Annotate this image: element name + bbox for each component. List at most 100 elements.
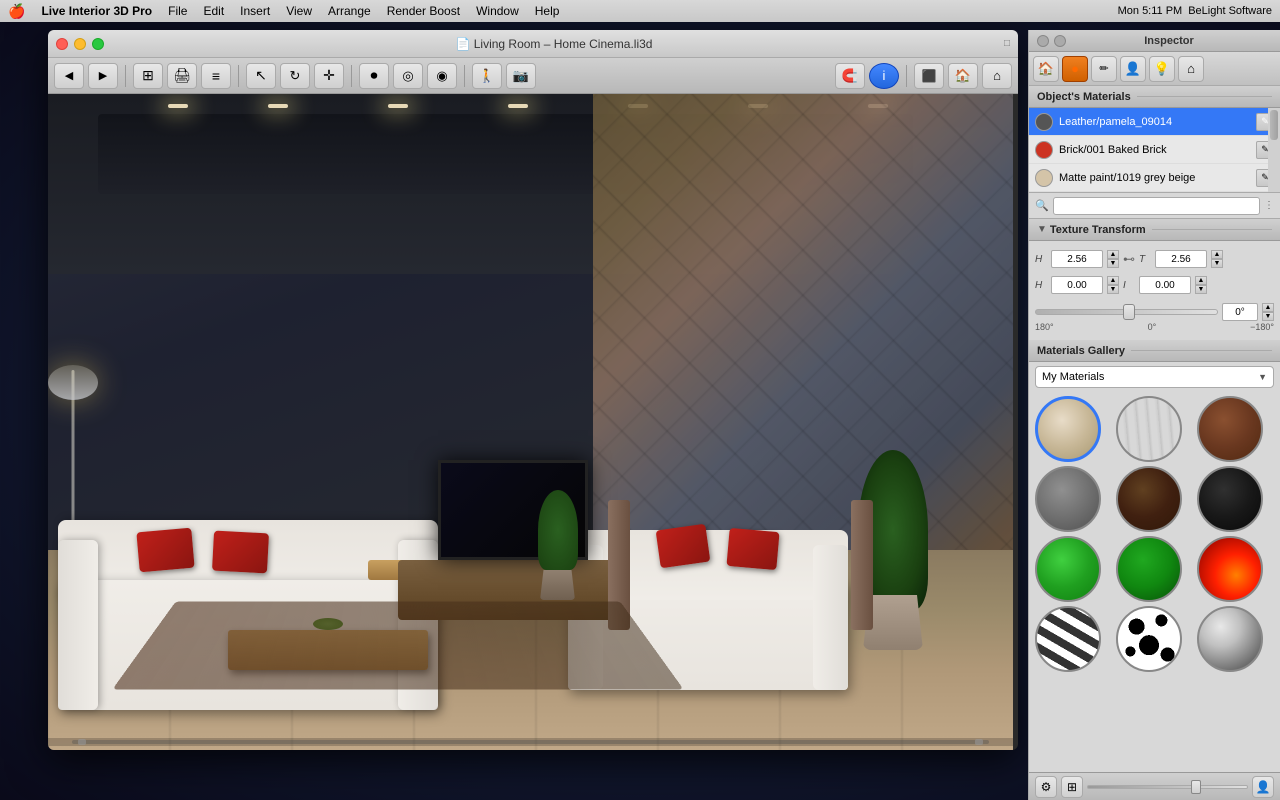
tt-h2-up[interactable]: ▲ [1211,250,1223,259]
tt-v2-up[interactable]: ▲ [1195,276,1207,285]
inspector-settings-button[interactable]: ⚙ [1035,776,1057,798]
menu-render[interactable]: Render Boost [379,4,468,18]
tt-angle-input[interactable] [1222,303,1258,321]
dropdown-arrow-icon: ▼ [1258,372,1267,382]
gallery-item-spots[interactable] [1116,606,1182,672]
tt-v2-down[interactable]: ▼ [1195,285,1207,294]
minimize-button[interactable] [74,38,86,50]
menu-edit[interactable]: Edit [195,4,232,18]
tt-v1-stepper[interactable]: ▲ ▼ [1107,276,1119,294]
tt-angle-up[interactable]: ▲ [1262,303,1274,312]
info-button[interactable]: i [869,63,899,89]
gallery-item-chrome[interactable] [1197,606,1263,672]
material-item-2[interactable]: Matte paint/1019 grey beige ✎ [1029,164,1280,192]
move-button[interactable]: ✛ [314,63,344,89]
tt-angle-down[interactable]: ▼ [1262,312,1274,321]
tt-h1-input[interactable] [1051,250,1103,268]
menu-help[interactable]: Help [527,4,568,18]
tt-v2-stepper[interactable]: ▲ ▼ [1195,276,1207,294]
inspector-tab-room[interactable]: ⌂ [1178,56,1204,82]
maximize-button[interactable] [92,38,104,50]
clock: Mon 5:11 PM [1118,5,1183,17]
horizontal-scrollbar[interactable] [48,738,1013,746]
inspector-close[interactable] [1037,35,1049,47]
gallery-item-black[interactable] [1197,466,1263,532]
tt-v1-down[interactable]: ▼ [1107,285,1119,294]
gallery-item-dark-wood[interactable] [1116,466,1182,532]
3d-house-button[interactable]: 🏠 [948,63,978,89]
tt-v1-up[interactable]: ▲ [1107,276,1119,285]
inspector-grid-button[interactable]: ⊞ [1061,776,1083,798]
search-input[interactable] [1053,197,1260,215]
back-button[interactable]: ◀ [54,63,84,89]
camera-toggle-button[interactable]: ◉ [427,63,457,89]
list-button[interactable]: ≡ [201,63,231,89]
view-button[interactable]: ◎ [393,63,423,89]
materials-button[interactable]: 🧲 [835,63,865,89]
tt-h1-up[interactable]: ▲ [1107,250,1119,259]
gallery-dropdown-label: My Materials [1042,371,1104,383]
inspector-tab-bulb[interactable]: 💡 [1149,56,1175,82]
record-button[interactable]: ⏺ [359,63,389,89]
materials-scrollbar[interactable] [1268,108,1280,192]
overview-button[interactable]: ⌂ [982,63,1012,89]
walk-button[interactable]: 🚶 [472,63,502,89]
thumbnail-size-slider[interactable] [1087,785,1248,789]
inspector-tab-pencil[interactable]: ✏ [1091,56,1117,82]
select-button[interactable]: ↖ [246,63,276,89]
gallery-header: Materials Gallery [1029,340,1280,362]
room-scene [48,94,1013,750]
material-item-0[interactable]: Leather/pamela_09014 ✎ [1029,108,1280,136]
tt-v2-input[interactable] [1139,276,1191,294]
inspector-tab-sphere[interactable]: ● [1062,56,1088,82]
inspector-tab-objects[interactable]: 🏠 [1033,56,1059,82]
screenshot-button[interactable]: 📷 [506,63,536,89]
menu-insert[interactable]: Insert [232,4,278,18]
main-toolbar: ◀ ▶ ⊞ 🖨 ≡ ↖ ↻ ✛ ⏺ ◎ ◉ 🚶 📷 🧲 i ⬛ 🏠 ⌂ [48,58,1018,94]
3d-viewport[interactable] [48,94,1013,750]
menu-view[interactable]: View [278,4,320,18]
thumbnail-slider-thumb[interactable] [1191,780,1201,794]
floor-plan-button[interactable]: ⊞ [133,63,163,89]
tt-h2-input[interactable] [1155,250,1207,268]
tt-slider-thumb[interactable] [1123,304,1135,320]
inspector-minimize[interactable] [1054,35,1066,47]
gallery-item-concrete[interactable] [1035,466,1101,532]
2d-view-button[interactable]: ⬛ [914,63,944,89]
inspector-list-button[interactable]: 👤 [1252,776,1274,798]
print-button[interactable]: 🖨 [167,63,197,89]
tt-h2-down[interactable]: ▼ [1211,259,1223,268]
tt-label-mid: 0° [1148,322,1157,332]
gallery-item-brick[interactable] [1197,396,1263,462]
menu-arrange[interactable]: Arrange [320,4,379,18]
triangle-icon[interactable]: ▼ [1037,224,1047,235]
gallery-dropdown[interactable]: My Materials ▼ [1035,366,1274,388]
apple-menu[interactable]: 🍎 [8,3,25,20]
inspector-traffic-lights [1037,35,1066,47]
app-brand: BeLight Software [1188,5,1272,17]
forward-button[interactable]: ▶ [88,63,118,89]
tt-v1-input[interactable] [1051,276,1103,294]
menu-file[interactable]: File [160,4,195,18]
material-item-1[interactable]: Brick/001 Baked Brick ✎ [1029,136,1280,164]
gallery-item-fire[interactable] [1197,536,1263,602]
gallery-item-green-bright[interactable] [1035,536,1101,602]
gallery-item-wood[interactable] [1116,396,1182,462]
tt-angle-stepper[interactable]: ▲ ▼ [1262,303,1274,321]
rotate-button[interactable]: ↻ [280,63,310,89]
separator-4 [464,65,465,87]
inspector-tab-person[interactable]: 👤 [1120,56,1146,82]
separator-1 [125,65,126,87]
gallery-item-beige[interactable] [1035,396,1101,462]
close-button[interactable] [56,38,68,50]
gallery-item-green-dark[interactable] [1116,536,1182,602]
tt-h1-down[interactable]: ▼ [1107,259,1119,268]
menu-window[interactable]: Window [468,4,527,18]
tt-h2-stepper[interactable]: ▲ ▼ [1211,250,1223,268]
menubar-right: Mon 5:11 PM BeLight Software [1118,5,1272,17]
gallery-item-zebra[interactable] [1035,606,1101,672]
app-name[interactable]: Live Interior 3D Pro [33,4,160,18]
options-icon[interactable]: ⋮ [1264,200,1274,211]
tt-angle-slider[interactable] [1035,309,1218,315]
tt-h1-stepper[interactable]: ▲ ▼ [1107,250,1119,268]
